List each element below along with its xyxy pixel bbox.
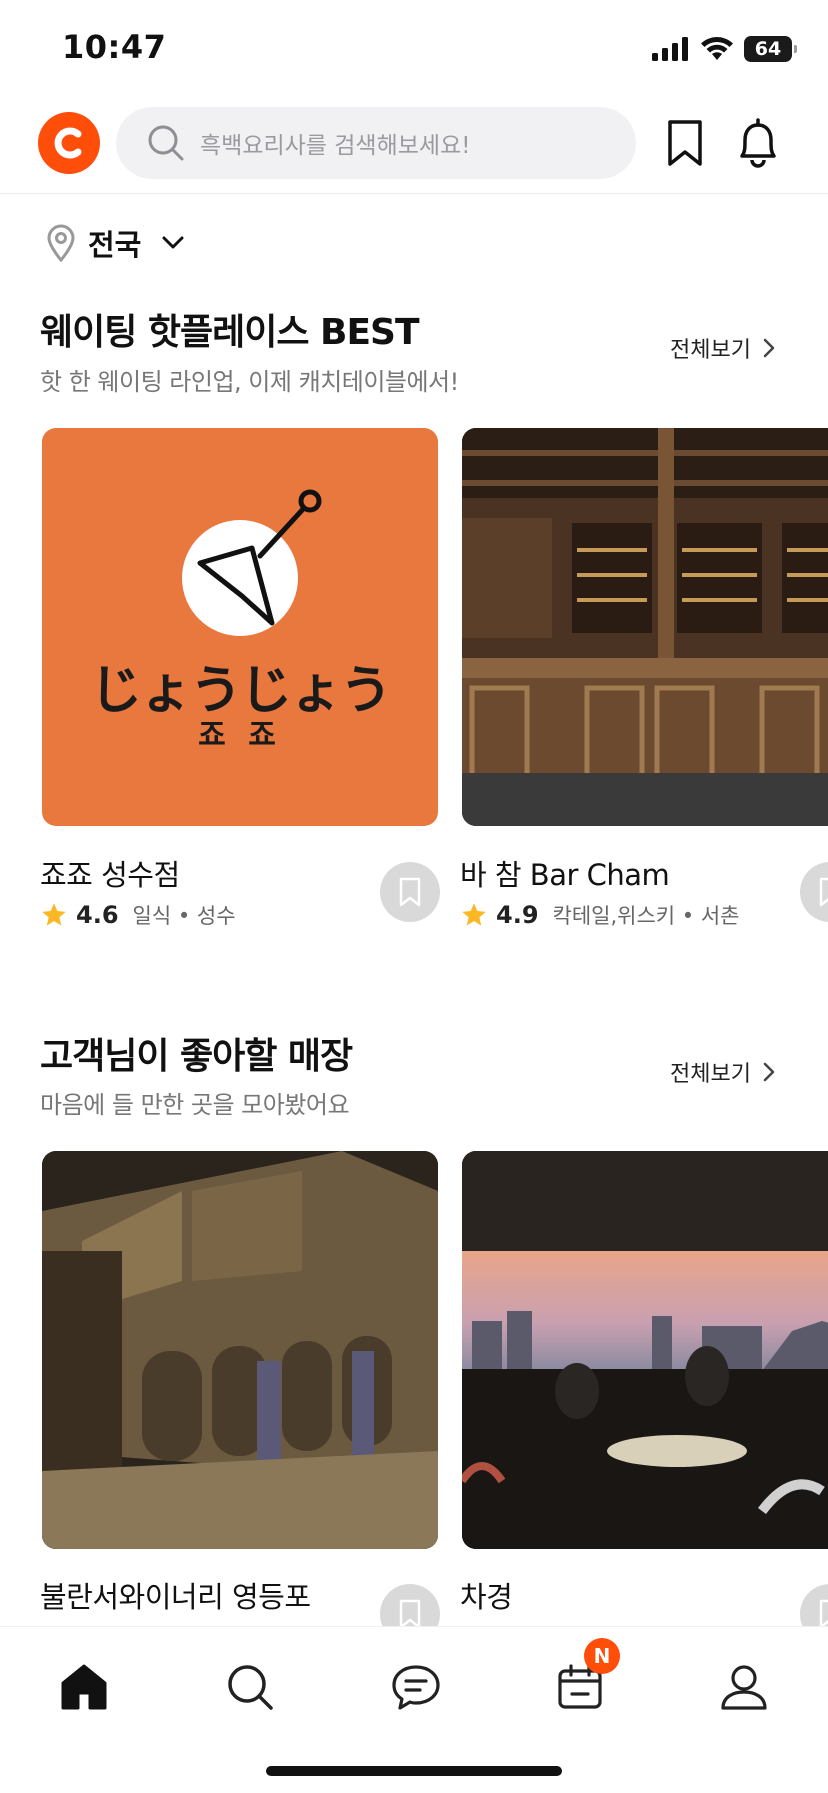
rating-row: 4.6 일식 • 성수 xyxy=(40,900,236,930)
battery-indicator: 64 xyxy=(744,36,797,62)
see-all-label: 전체보기 xyxy=(670,338,751,363)
restaurant-name[interactable]: 차경 xyxy=(460,1574,513,1616)
wifi-icon xyxy=(701,37,733,60)
search-icon xyxy=(148,125,184,161)
notification-badge: N xyxy=(584,1638,620,1674)
chevron-down-icon xyxy=(162,236,184,249)
winery-building-photo xyxy=(42,1151,438,1549)
location-label: 전국 xyxy=(88,228,142,262)
chevron-right-icon xyxy=(763,1062,775,1082)
home-icon xyxy=(61,1664,107,1710)
restaurant-name[interactable]: 바 참 Bar Cham xyxy=(460,852,670,894)
section-subtitle-waiting: 핫 한 웨이팅 라인업, 이제 캐치테이블에서! xyxy=(40,368,459,396)
bookmark-icon xyxy=(399,1599,421,1629)
section-title-waiting: 웨이팅 핫플레이스 BEST xyxy=(40,312,420,353)
nav-search[interactable] xyxy=(220,1657,280,1717)
star-icon xyxy=(42,903,66,926)
jojo-logo-image xyxy=(182,489,322,636)
search-icon xyxy=(228,1665,273,1710)
star-icon xyxy=(462,903,486,926)
restaurant-name[interactable]: 죠죠 성수점 xyxy=(40,852,180,894)
profile-icon xyxy=(721,1665,767,1710)
search-placeholder: 흑백요리사를 검색해보세요! xyxy=(200,133,471,159)
nav-chat[interactable] xyxy=(386,1657,446,1717)
bookmark-button[interactable] xyxy=(660,113,710,173)
bar-interior-photo xyxy=(462,428,828,826)
location-selector[interactable]: 전국 xyxy=(46,218,185,268)
see-all-button-waiting[interactable]: 전체보기 xyxy=(670,332,775,364)
save-button[interactable] xyxy=(380,862,440,922)
bell-icon xyxy=(740,118,776,168)
rating-row: 4.9 칵테일,위스키 • 서촌 xyxy=(460,900,740,930)
location-pin-icon xyxy=(47,224,75,262)
restaurant-image-bar-cham[interactable] xyxy=(462,428,828,826)
restaurant-image-winery[interactable] xyxy=(42,1151,438,1549)
section-title-recommended: 고객님이 좋아할 매장 xyxy=(40,1036,353,1077)
nav-home[interactable] xyxy=(54,1657,114,1717)
signal-icon xyxy=(652,37,688,61)
status-time: 10:47 xyxy=(62,28,167,66)
restaurant-meta: 일식 • 성수 xyxy=(132,904,236,928)
catchtable-logo-icon xyxy=(54,127,82,159)
restaurant-meta: 칵테일,위스키 • 서촌 xyxy=(552,904,740,928)
section-subtitle-recommended: 마음에 들 만한 곳을 모아봤어요 xyxy=(40,1091,350,1119)
chevron-right-icon xyxy=(763,338,775,358)
bookmark-icon xyxy=(668,120,702,166)
bookmark-icon xyxy=(819,877,828,907)
home-indicator xyxy=(266,1766,562,1776)
restaurant-image-chagyeong[interactable] xyxy=(462,1151,828,1549)
battery-level: 64 xyxy=(754,38,782,60)
restaurant-image-jojo[interactable]: じょうじょう 죠 죠 xyxy=(42,428,438,826)
search-input[interactable]: 흑백요리사를 검색해보세요! xyxy=(116,107,636,179)
jojo-logo-subtext: 죠 죠 xyxy=(198,718,282,753)
rating-score: 4.6 xyxy=(76,901,119,929)
header-divider xyxy=(0,193,828,194)
see-all-button-recommended[interactable]: 전체보기 xyxy=(670,1056,775,1088)
restaurant-name[interactable]: 불란서와이너리 영등포 xyxy=(40,1574,311,1616)
nav-profile[interactable] xyxy=(714,1657,774,1717)
chat-icon xyxy=(392,1665,440,1710)
bookmark-icon xyxy=(399,877,421,907)
rating-score: 4.9 xyxy=(496,901,539,929)
city-view-photo xyxy=(462,1151,828,1549)
save-button[interactable] xyxy=(800,862,828,922)
see-all-label: 전체보기 xyxy=(670,1062,751,1087)
bookmark-icon xyxy=(819,1599,828,1629)
app-logo[interactable] xyxy=(38,112,100,174)
notification-button[interactable] xyxy=(732,112,784,174)
status-icons: 64 xyxy=(652,34,797,64)
